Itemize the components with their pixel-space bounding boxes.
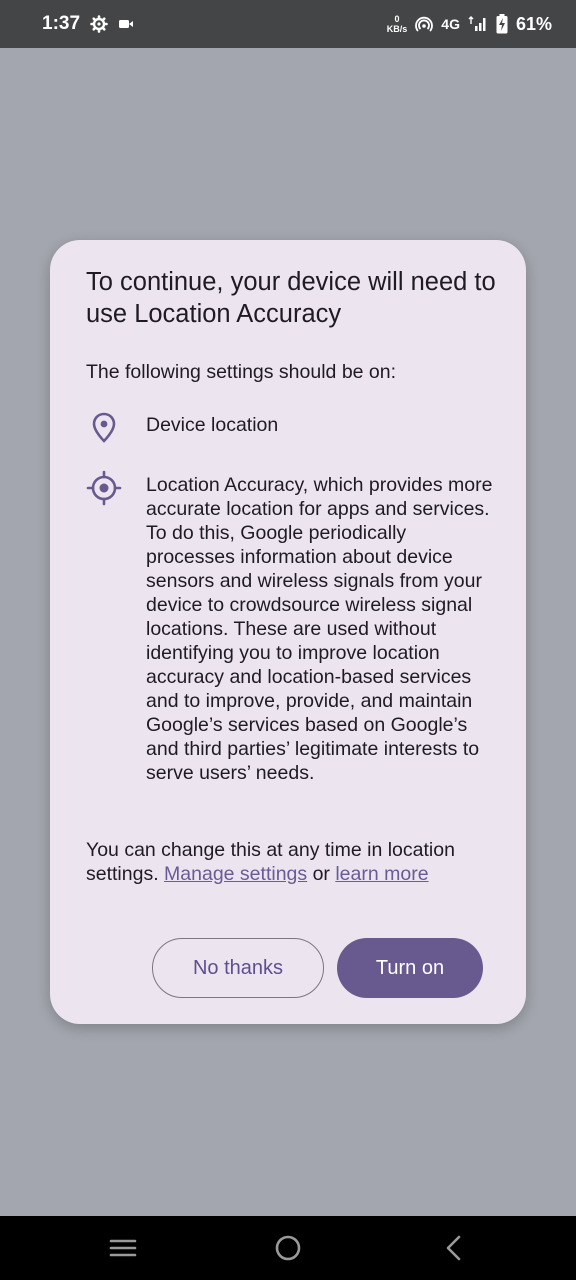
learn-more-link[interactable]: learn more xyxy=(335,863,428,885)
setting-location-accuracy: Location Accuracy, which provides more a… xyxy=(146,474,493,784)
data-rate-indicator: 0 KB/s xyxy=(387,14,408,34)
recent-apps-icon[interactable] xyxy=(108,1234,138,1262)
network-type: 4G xyxy=(441,16,460,32)
data-rate-unit: KB/s xyxy=(386,24,408,34)
no-thanks-button[interactable]: No thanks xyxy=(152,938,324,998)
setting-device-location: Device location xyxy=(146,414,279,436)
back-icon[interactable] xyxy=(440,1234,470,1262)
status-bar: 1:37 0 KB/s 4G 61% xyxy=(0,0,576,48)
signal-strength-icon xyxy=(468,16,486,31)
battery-percent: 61% xyxy=(515,13,552,34)
settings-gear-icon xyxy=(90,15,108,33)
screen-record-icon xyxy=(119,20,134,28)
gps-target-icon xyxy=(86,470,122,506)
status-time: 1:37 xyxy=(42,13,81,34)
dialog-title: To continue, your device will need to us… xyxy=(86,268,496,328)
hotspot-icon xyxy=(415,16,434,32)
manage-settings-link[interactable]: Manage settings xyxy=(164,863,307,885)
turn-on-button[interactable]: Turn on xyxy=(337,938,483,998)
dialog-subtitle: The following settings should be on: xyxy=(86,361,397,383)
dialog-footer: You can change this at any time in locat… xyxy=(86,838,496,886)
footer-or: or xyxy=(312,863,330,885)
home-icon[interactable] xyxy=(273,1234,303,1262)
location-accuracy-dialog: To continue, your device will need to us… xyxy=(50,240,526,1024)
data-rate-value: 0 xyxy=(394,14,400,24)
battery-charging-icon xyxy=(496,14,508,34)
location-pin-icon xyxy=(92,412,116,443)
navigation-bar xyxy=(0,1216,576,1280)
